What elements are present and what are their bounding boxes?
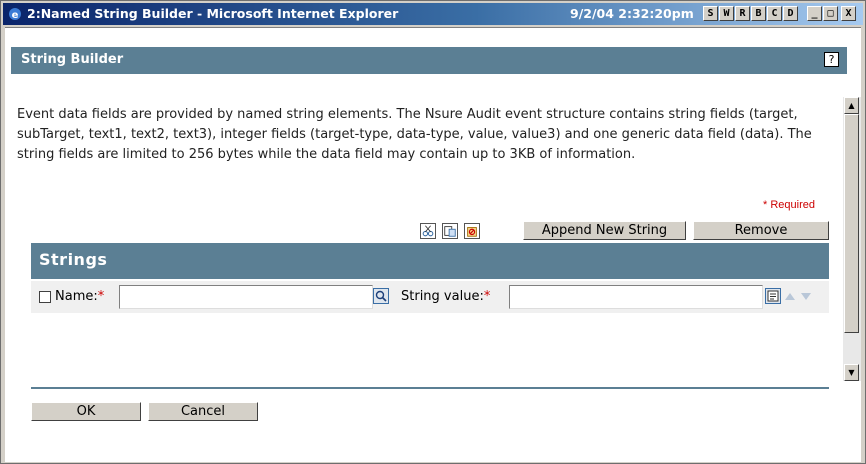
move-down-icon[interactable] bbox=[799, 290, 813, 302]
string-value-field[interactable] bbox=[509, 285, 763, 309]
title-button-w[interactable]: W bbox=[719, 6, 734, 21]
string-row: Name:* String value:* bbox=[31, 281, 829, 313]
title-button-c[interactable]: C bbox=[767, 6, 782, 21]
search-icon[interactable] bbox=[373, 288, 389, 304]
browser-window: e 2:Named String Builder - Microsoft Int… bbox=[0, 0, 866, 464]
name-label: Name:* bbox=[55, 289, 105, 304]
clear-icon[interactable] bbox=[464, 223, 480, 239]
scroll-up-icon[interactable]: ▲ bbox=[844, 97, 859, 114]
footer-divider bbox=[31, 387, 829, 389]
scroll-thumb[interactable] bbox=[844, 114, 859, 333]
append-new-string-button[interactable]: Append New String bbox=[523, 221, 686, 240]
scroll-down-icon[interactable]: ▼ bbox=[844, 364, 859, 381]
move-up-icon[interactable] bbox=[783, 290, 797, 302]
description-text: Event data fields are provided by named … bbox=[17, 107, 812, 162]
name-field[interactable] bbox=[119, 285, 373, 309]
paste-icon[interactable] bbox=[442, 223, 458, 239]
maximize-button[interactable]: □ bbox=[823, 6, 838, 21]
string-builder-header: String Builder ? bbox=[11, 47, 847, 74]
remove-button[interactable]: Remove bbox=[693, 221, 829, 240]
svg-text:e: e bbox=[12, 10, 19, 21]
title-button-s[interactable]: S bbox=[703, 6, 718, 21]
name-required-marker: * bbox=[97, 289, 105, 304]
string-value-label: String value:* bbox=[401, 289, 491, 304]
string-value-required-marker: * bbox=[483, 289, 491, 304]
string-editor-icon[interactable] bbox=[765, 288, 781, 304]
cut-icon[interactable] bbox=[420, 223, 436, 239]
vertical-scrollbar[interactable]: ▲ ▼ bbox=[843, 97, 861, 381]
strings-title: Strings bbox=[39, 250, 108, 269]
title-button-r[interactable]: R bbox=[735, 6, 750, 21]
cancel-button[interactable]: Cancel bbox=[148, 402, 258, 421]
window-title: 2:Named String Builder - Microsoft Inter… bbox=[27, 6, 399, 21]
title-button-b[interactable]: B bbox=[751, 6, 766, 21]
internet-explorer-icon: e bbox=[9, 8, 21, 21]
row-checkbox[interactable] bbox=[39, 291, 51, 303]
title-bar[interactable]: e 2:Named String Builder - Microsoft Int… bbox=[3, 3, 863, 25]
window-timestamp: 9/2/04 2:32:20pm bbox=[570, 6, 694, 21]
ok-button[interactable]: OK bbox=[31, 402, 141, 421]
title-button-d[interactable]: D bbox=[783, 6, 798, 21]
page-title: String Builder bbox=[21, 52, 124, 67]
minimize-button[interactable]: _ bbox=[807, 6, 822, 21]
help-icon[interactable]: ? bbox=[824, 52, 839, 67]
close-button[interactable]: X bbox=[841, 6, 856, 21]
required-note: * Required bbox=[763, 199, 815, 211]
strings-section-header: Strings bbox=[31, 243, 829, 279]
